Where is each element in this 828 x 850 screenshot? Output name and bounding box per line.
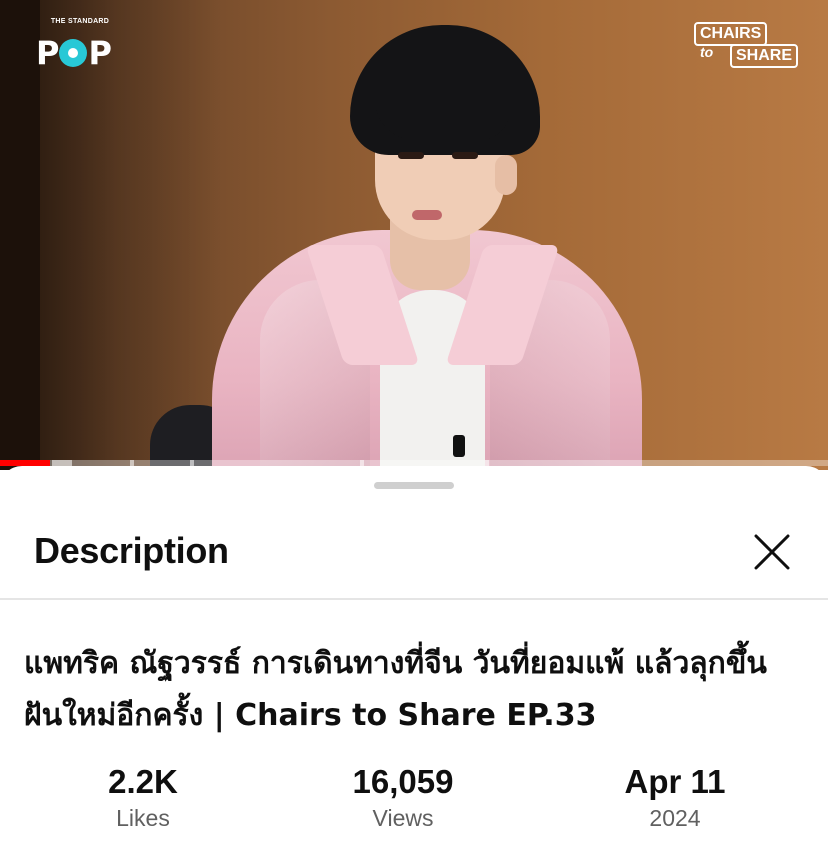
hair-fringe <box>375 100 510 140</box>
background-wall <box>0 0 40 470</box>
logo-small-text: THE STANDARD <box>50 18 110 25</box>
chairs-to-share-logo: CHAIRS to SHARE <box>694 22 806 68</box>
video-player[interactable]: THE STANDARD PP CHAIRS to SHARE <box>0 0 828 470</box>
views-count: 16,059 <box>352 763 454 800</box>
the-standard-pop-logo: THE STANDARD PP <box>36 18 126 74</box>
logo-pop-text: PP <box>36 34 112 72</box>
date-stat: Apr 11 2024 <box>575 762 775 834</box>
video-stats: 2.2K Likes 16,059 Views Apr 11 2024 <box>0 762 828 842</box>
views-label: Views <box>372 805 434 831</box>
likes-count: 2.2K <box>108 763 178 800</box>
ear <box>495 155 517 195</box>
video-title: แพทริค ณัฐวรรธ์ การเดินทางที่จีน วันที่ย… <box>24 646 767 733</box>
mouth <box>412 210 442 220</box>
description-sheet: Description แพทริค ณัฐวรรธ์ การเดินทางที… <box>0 466 828 850</box>
close-icon <box>754 534 790 570</box>
views-stat: 16,059 Views <box>303 762 503 834</box>
logo-to: to <box>700 44 714 60</box>
likes-stat: 2.2K Likes <box>43 762 243 834</box>
close-button[interactable] <box>748 528 796 576</box>
logo-chairs: CHAIRS <box>694 22 768 46</box>
drag-handle[interactable] <box>374 482 454 489</box>
divider <box>0 598 828 600</box>
video-subject <box>200 20 660 470</box>
publish-year: 2024 <box>649 805 701 831</box>
publish-date: Apr 11 <box>624 763 726 800</box>
logo-share: SHARE <box>730 44 799 68</box>
eye <box>398 152 424 159</box>
lapel-mic <box>453 435 465 457</box>
sheet-heading: Description <box>34 530 229 571</box>
eye <box>452 152 478 159</box>
likes-label: Likes <box>116 805 170 831</box>
logo-o-mark <box>59 39 88 67</box>
